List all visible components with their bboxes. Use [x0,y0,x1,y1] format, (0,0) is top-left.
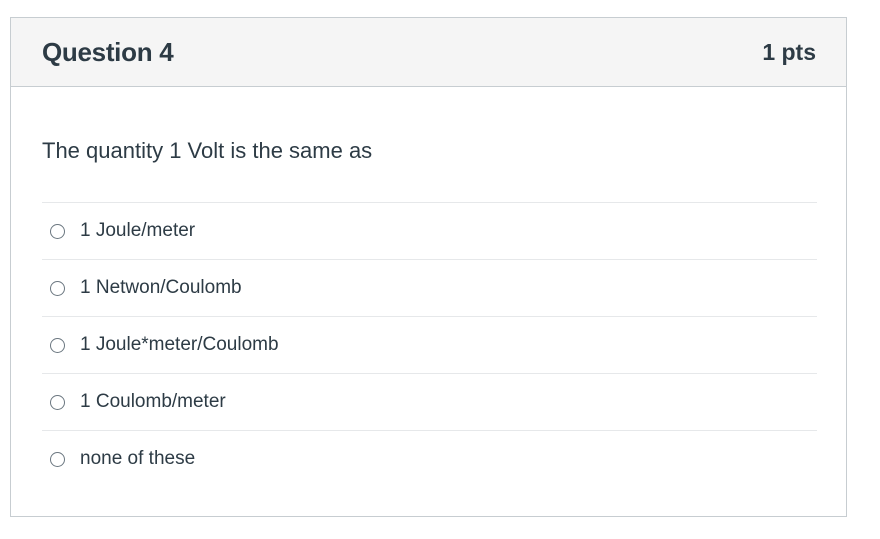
radio-button[interactable] [50,451,65,467]
question-card: Question 4 1 pts The quantity 1 Volt is … [10,17,847,517]
radio-button[interactable] [50,280,65,296]
answer-option[interactable]: none of these [42,431,817,487]
radio-button[interactable] [50,223,65,239]
answer-list: 1 Joule/meter 1 Netwon/Coulomb 1 Joule*m… [42,202,817,487]
radio-button[interactable] [50,394,65,410]
answer-label: 1 Coulomb/meter [80,391,226,412]
answer-option[interactable]: 1 Netwon/Coulomb [42,260,817,317]
question-text: The quantity 1 Volt is the same as [42,138,373,163]
question-header: Question 4 1 pts [11,18,846,87]
question-points: 1 pts [762,38,816,65]
answer-label: none of these [80,448,196,469]
question-body: The quantity 1 Volt is the same as 1 Jou… [11,136,846,487]
answer-option[interactable]: 1 Coulomb/meter [42,374,817,431]
answer-label: 1 Joule*meter/Coulomb [80,334,279,355]
radio-button[interactable] [50,337,65,353]
answer-option[interactable]: 1 Joule*meter/Coulomb [42,317,817,374]
answer-label: 1 Netwon/Coulomb [80,277,242,298]
answer-option[interactable]: 1 Joule/meter [42,203,817,260]
answer-label: 1 Joule/meter [80,220,196,241]
question-title: Question 4 [42,36,174,67]
